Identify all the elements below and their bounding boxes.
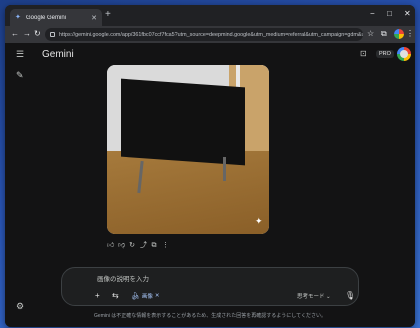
tab-strip: ✦ Google Gemini ✕ + − □ ✕ (5, 5, 415, 26)
address-bar[interactable]: https://gemini.google.com/app/361fbc07cc… (45, 28, 363, 41)
forward-icon[interactable]: → (23, 29, 31, 39)
chevron-down-icon: ⌄ (326, 294, 331, 300)
share-icon[interactable]: ⤴ (140, 241, 147, 251)
gift-icon[interactable]: ⊡ (360, 49, 367, 59)
remove-chip-icon[interactable]: ✕ (155, 293, 160, 299)
copy-icon[interactable]: ⧉ (151, 241, 157, 251)
browser-window: ✦ Google Gemini ✕ + − □ ✕ ← → ↻ https://… (5, 5, 415, 327)
tools-icon[interactable]: ⇆ (112, 291, 119, 301)
sparkle-icon: ✦ (255, 216, 263, 226)
bookmark-star-icon[interactable]: ☆ (367, 29, 374, 39)
side-rail: ☰ ✎ ⚙ (5, 43, 39, 327)
photo-tv (121, 78, 245, 166)
hamburger-menu-icon[interactable]: ☰ (16, 49, 24, 59)
gemini-favicon-icon: ✦ (15, 14, 21, 21)
uploaded-photo[interactable]: ✦ (107, 65, 269, 234)
close-window-icon[interactable]: ✕ (404, 9, 411, 19)
new-tab-icon[interactable]: + (105, 10, 111, 20)
maximize-icon[interactable]: □ (387, 9, 392, 19)
mode-label: 思考モード (297, 294, 325, 300)
menu-icon[interactable]: ⋮ (406, 29, 414, 39)
account-avatar[interactable] (397, 47, 411, 61)
reload-icon[interactable]: ↻ (34, 29, 41, 39)
tab-gemini[interactable]: ✦ Google Gemini ✕ (10, 9, 102, 26)
browser-toolbar: ← → ↻ https://gemini.google.com/app/361f… (5, 26, 415, 43)
thumbs-up-icon[interactable]: 👍︎ (107, 241, 114, 251)
pro-badge[interactable]: PRO (376, 50, 394, 58)
extensions-icon[interactable]: ⧉ (381, 29, 387, 39)
gemini-app: ☰ ✎ ⚙ Gemini ⊡ PRO ✦ 👍︎ 👎︎ ↻ ⤴ ⧉ ⋮ 画像の説明 (5, 43, 415, 327)
profile-avatar[interactable] (394, 29, 404, 39)
settings-icon[interactable]: ⚙ (16, 301, 24, 311)
image-chip-label: 画像 (141, 293, 153, 300)
mode-selector[interactable]: 思考モード ⌄ (297, 292, 331, 300)
refresh-icon[interactable]: ↻ (129, 241, 135, 251)
disclaimer: Gemini は不正確な情報を表示することがあるため、生成された回答を再確認する… (94, 313, 326, 319)
thumbs-down-icon[interactable]: 👎︎ (118, 241, 125, 251)
minimize-icon[interactable]: − (370, 9, 375, 19)
new-chat-icon[interactable]: ✎ (16, 70, 24, 80)
url-text: https://gemini.google.com/app/361fbc07cc… (59, 31, 363, 38)
photo-tv-stand-right (223, 157, 226, 181)
add-icon[interactable]: + (95, 291, 100, 301)
tab-title: Google Gemini (26, 14, 67, 21)
back-icon[interactable]: ← (11, 29, 19, 39)
gemini-brand[interactable]: Gemini (42, 49, 74, 60)
image-gen-icon: 🍌︎ (131, 292, 140, 300)
more-icon[interactable]: ⋮ (162, 241, 169, 251)
microphone-icon[interactable]: 🎙︎ (345, 291, 355, 301)
image-tool-chip[interactable]: 🍌︎ 画像 ✕ (128, 290, 163, 301)
prompt-input[interactable]: 画像の説明を入力 (97, 273, 149, 283)
close-tab-icon[interactable]: ✕ (91, 14, 97, 22)
site-info-icon[interactable] (50, 32, 55, 37)
response-actions: 👍︎ 👎︎ ↻ ⤴ ⧉ ⋮ (107, 241, 169, 251)
